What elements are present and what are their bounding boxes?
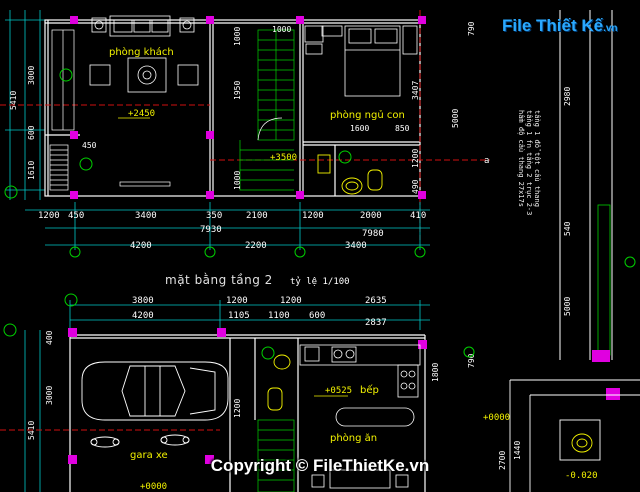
- dim-text: 5410: [9, 91, 18, 110]
- dim-text: 2837: [365, 318, 387, 328]
- dim-text: 3407: [411, 81, 420, 100]
- level-mark: +2450: [128, 109, 155, 119]
- watermark-logo: File Thiết Kế.vn: [492, 10, 618, 44]
- dim-text: 3400: [135, 211, 157, 221]
- dim-text: 410: [410, 211, 426, 221]
- room-label-kitchen: bếp: [360, 384, 379, 396]
- garage-motorbikes: [90, 434, 190, 448]
- upper-axis-lines: [0, 10, 490, 240]
- dim-text: 600: [27, 125, 36, 140]
- dim-text: 3400: [345, 241, 367, 251]
- stair-door-swing: [257, 117, 283, 141]
- dim-text: 790: [467, 353, 476, 368]
- dim-text: 1950: [233, 81, 242, 100]
- living-shelving: [49, 29, 75, 191]
- dim-text: 2980: [563, 87, 572, 106]
- dim-text: 4200: [130, 241, 152, 251]
- copyright-text: Copyright © FileThietKe.vn: [210, 456, 430, 475]
- cad-drawing-canvas: 3000 5410 1610 600 450 a phòng khách +24…: [0, 10, 640, 492]
- svg-text:tầng 1 fn tầng 2 trục 2-3: tầng 1 fn tầng 2 trục 2-3: [525, 110, 533, 215]
- dim-text: 4200: [132, 311, 154, 321]
- dim-text: 1200: [411, 149, 420, 168]
- callout-23: [338, 150, 352, 164]
- right-section-view: 2980 540 5000: [559, 10, 636, 400]
- room-label-dining: phòng ăn: [330, 432, 377, 444]
- bedroom-furniture: [304, 25, 418, 97]
- lower-bath-fixtures: [267, 354, 291, 411]
- dim-text: 850: [395, 124, 410, 133]
- callout-k2: [79, 157, 93, 171]
- level-mark: +3500: [270, 153, 297, 163]
- callout-13: [261, 346, 275, 360]
- upper-columns: [70, 16, 426, 199]
- dim-text: 1200: [233, 399, 242, 418]
- dim-text: 1000: [233, 27, 242, 46]
- logo-text: File Thiết Kế: [502, 16, 604, 35]
- room-label-living: phòng khách: [109, 46, 174, 58]
- dim-text: 1200: [280, 296, 302, 306]
- dim-text: 790: [467, 21, 476, 36]
- axis-marker-a: a: [484, 156, 489, 166]
- axis-bubble: [64, 293, 78, 307]
- level-mark: +0525: [325, 386, 352, 396]
- dim-text: 7930: [200, 225, 222, 235]
- side-note: tầng 1 đổ tột cầu thang tầng 1 fn tầng 2…: [517, 110, 541, 215]
- level-mark: +0000: [140, 482, 167, 492]
- dim-text: 1000: [233, 171, 242, 190]
- tv-console: [119, 181, 171, 187]
- dim-text: 600: [309, 311, 325, 321]
- dim-text: 450: [82, 141, 97, 150]
- dim-text: 1200: [38, 211, 60, 221]
- lower-right-fixture: [571, 433, 593, 453]
- upper-stair: [239, 29, 295, 191]
- dim-text: 1800: [431, 363, 440, 382]
- upper-bottom-dimension-lines: [25, 202, 430, 250]
- dim-text: 490: [411, 179, 420, 194]
- dim-text: 3000: [27, 66, 36, 85]
- dim-text: 5000: [563, 297, 572, 316]
- dim-text: 400: [45, 330, 54, 345]
- axis-bubble: [3, 323, 17, 337]
- dim-text: 350: [206, 211, 222, 221]
- dim-text: 2000: [360, 211, 382, 221]
- garage-car: [81, 361, 229, 421]
- dim-text: 1200: [302, 211, 324, 221]
- dim-text: 1600: [350, 124, 369, 133]
- dim-text: 2200: [245, 241, 267, 251]
- dim-text: 2100: [246, 211, 268, 221]
- plan-title: mặt bằng tầng 2: [165, 273, 273, 287]
- level-mark: +0000: [483, 413, 510, 423]
- svg-text:hầm độ cầu thang 27x17s: hầm độ cầu thang 27x17s: [517, 110, 525, 207]
- dim-text: 7980: [362, 229, 384, 239]
- axis-bubble: [4, 185, 18, 199]
- svg-text:tầng 1 đổ tột cầu thang: tầng 1 đổ tột cầu thang: [533, 110, 541, 207]
- dim-text: 2635: [365, 296, 387, 306]
- dim-text: 3000: [45, 386, 54, 405]
- plan-scale: tỷ lệ 1/100: [290, 276, 350, 287]
- dim-text: 1000: [272, 25, 291, 34]
- dim-text: 1105: [228, 311, 250, 321]
- dining-table: [311, 407, 415, 489]
- room-label-bedroom: phòng ngủ con: [330, 109, 405, 121]
- dim-text: 1200: [226, 296, 248, 306]
- dim-text: 5000: [451, 109, 460, 128]
- dim-text: 540: [563, 221, 572, 236]
- dim-text: 1100: [268, 311, 290, 321]
- dim-text: 3800: [132, 296, 154, 306]
- logo-suffix: .vn: [603, 23, 618, 34]
- upper-floor-plan: 3000 5410 1610 600 450 a phòng khách +24…: [0, 10, 541, 287]
- dim-text: 450: [68, 211, 84, 221]
- callout-k1: [59, 68, 73, 82]
- dim-text: 1610: [27, 161, 36, 180]
